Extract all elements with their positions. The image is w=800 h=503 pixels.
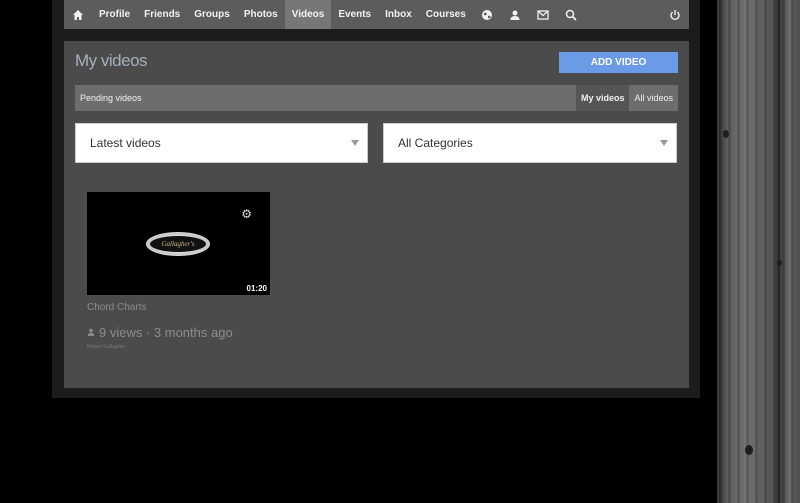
pending-videos-link[interactable]: Pending videos — [75, 93, 576, 103]
gear-icon[interactable]: ⚙ — [241, 207, 252, 221]
home-icon[interactable] — [64, 0, 92, 29]
video-title[interactable]: Chord Charts — [87, 302, 146, 313]
nav-courses[interactable]: Courses — [419, 0, 473, 29]
user-icon — [87, 328, 95, 338]
logo-text: Gallagher's — [150, 236, 206, 252]
sort-select[interactable]: Latest videos — [75, 123, 368, 163]
power-icon[interactable] — [661, 0, 689, 29]
nav-photos[interactable]: Photos — [237, 0, 285, 29]
envelope-icon[interactable] — [529, 0, 557, 29]
gallaghers-logo: Gallagher's — [146, 232, 210, 256]
chevron-down-icon — [351, 140, 359, 146]
globe-icon[interactable] — [473, 0, 501, 29]
category-select[interactable]: All Categories — [383, 123, 677, 163]
nav-groups[interactable]: Groups — [187, 0, 237, 29]
chevron-down-icon — [660, 140, 668, 146]
nav-inbox[interactable]: Inbox — [378, 0, 419, 29]
videos-panel: My videos ADD VIDEO Pending videos My vi… — [64, 41, 689, 388]
nav-events[interactable]: Events — [331, 0, 378, 29]
tab-my-videos[interactable]: My videos — [575, 85, 630, 111]
search-icon[interactable] — [557, 0, 585, 29]
nav-profile[interactable]: Profile — [92, 0, 137, 29]
nav-friends[interactable]: Friends — [137, 0, 187, 29]
video-subnav: Pending videos My videos All videos — [75, 85, 678, 111]
video-stats: 9 views · 3 months ago — [99, 325, 233, 340]
user-add-icon[interactable] — [501, 0, 529, 29]
top-navigation: Profile Friends Groups Photos Videos Eve… — [64, 0, 689, 29]
video-author[interactable]: Robert Gallagher — [87, 344, 125, 350]
tab-all-videos[interactable]: All videos — [629, 85, 678, 111]
add-video-button[interactable]: ADD VIDEO — [559, 52, 678, 73]
category-select-value: All Categories — [398, 136, 473, 150]
wood-background — [717, 0, 800, 503]
video-duration: 01:20 — [246, 284, 267, 293]
video-meta: 9 views · 3 months ago — [87, 325, 233, 340]
nav-videos[interactable]: Videos — [284, 0, 332, 29]
sort-select-value: Latest videos — [90, 136, 161, 150]
page-title: My videos — [75, 51, 148, 70]
video-thumbnail[interactable]: Gallagher's ⚙ 01:20 — [87, 192, 270, 295]
